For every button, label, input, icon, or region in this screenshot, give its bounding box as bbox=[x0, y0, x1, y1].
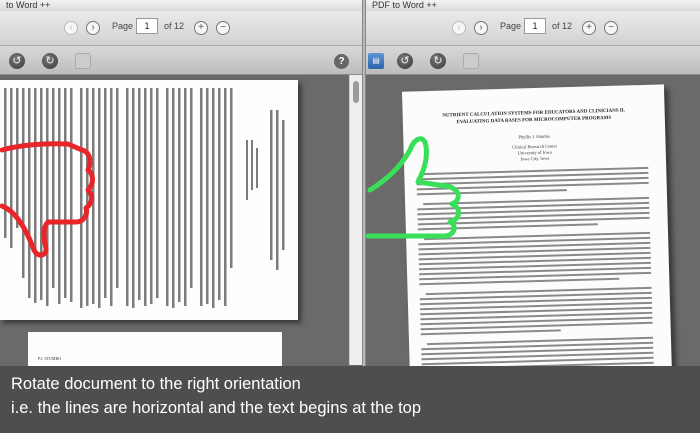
right-window-title-suffix: ++ bbox=[426, 0, 437, 10]
left-window-title-suffix: ++ bbox=[39, 0, 51, 10]
left-page-navigation: ‹ › Page 1 of 12 + − bbox=[0, 11, 362, 46]
rotated-text-columns bbox=[4, 88, 285, 308]
caption-line-1: Rotate document to the right orientation bbox=[11, 375, 301, 393]
prev-page-button[interactable]: ‹ bbox=[64, 21, 78, 35]
zoom-in-button[interactable]: + bbox=[194, 21, 208, 35]
page-total: of 12 bbox=[164, 21, 185, 31]
left-window-title: to Word bbox=[6, 0, 38, 10]
rotate-right-button[interactable]: ↻ bbox=[42, 53, 58, 69]
upright-document-page: NUTRIENT CALCULATION SYSTEMS FOR EDUCATO… bbox=[402, 84, 672, 382]
page-total: of 12 bbox=[552, 21, 573, 31]
right-page-navigation: ‹ › Page 1 of 12 + − bbox=[366, 11, 700, 46]
right-window-title: PDF to Word bbox=[372, 0, 424, 10]
scrollbar-thumb[interactable] bbox=[353, 81, 359, 103]
zoom-out-button[interactable]: − bbox=[604, 21, 618, 35]
help-button[interactable]: ? bbox=[334, 54, 349, 69]
right-toolbar: ▤ ↺ ↻ bbox=[366, 46, 700, 75]
rotate-left-button[interactable]: ↺ bbox=[9, 53, 25, 69]
page-running-head: P.J. STUMBO bbox=[38, 356, 62, 361]
next-page-button[interactable]: › bbox=[474, 21, 488, 35]
next-page-button[interactable]: › bbox=[86, 21, 100, 35]
caption-banner: Rotate document to the right orientation… bbox=[0, 366, 700, 433]
prev-page-button[interactable]: ‹ bbox=[452, 21, 466, 35]
rotate-left-button[interactable]: ↺ bbox=[397, 53, 413, 69]
page-number-input[interactable]: 1 bbox=[136, 18, 158, 34]
zoom-out-button[interactable]: − bbox=[216, 21, 230, 35]
page-select-icon[interactable] bbox=[75, 53, 91, 69]
rotate-right-button[interactable]: ↻ bbox=[430, 53, 446, 69]
page-label: Page bbox=[500, 21, 522, 31]
vertical-scrollbar[interactable] bbox=[349, 75, 362, 365]
caption-line-2: i.e. the lines are horizontal and the te… bbox=[11, 399, 422, 417]
left-toolbar: ↺ ↻ ? bbox=[0, 46, 362, 75]
page-label: Page bbox=[112, 21, 134, 31]
document-text-lines bbox=[416, 166, 654, 371]
zoom-in-button[interactable]: + bbox=[582, 21, 596, 35]
thumbnail-view-icon[interactable]: ▤ bbox=[368, 53, 384, 69]
page-number-input[interactable]: 1 bbox=[524, 18, 546, 34]
page-select-icon[interactable] bbox=[463, 53, 479, 69]
rotated-document-page bbox=[0, 80, 298, 320]
